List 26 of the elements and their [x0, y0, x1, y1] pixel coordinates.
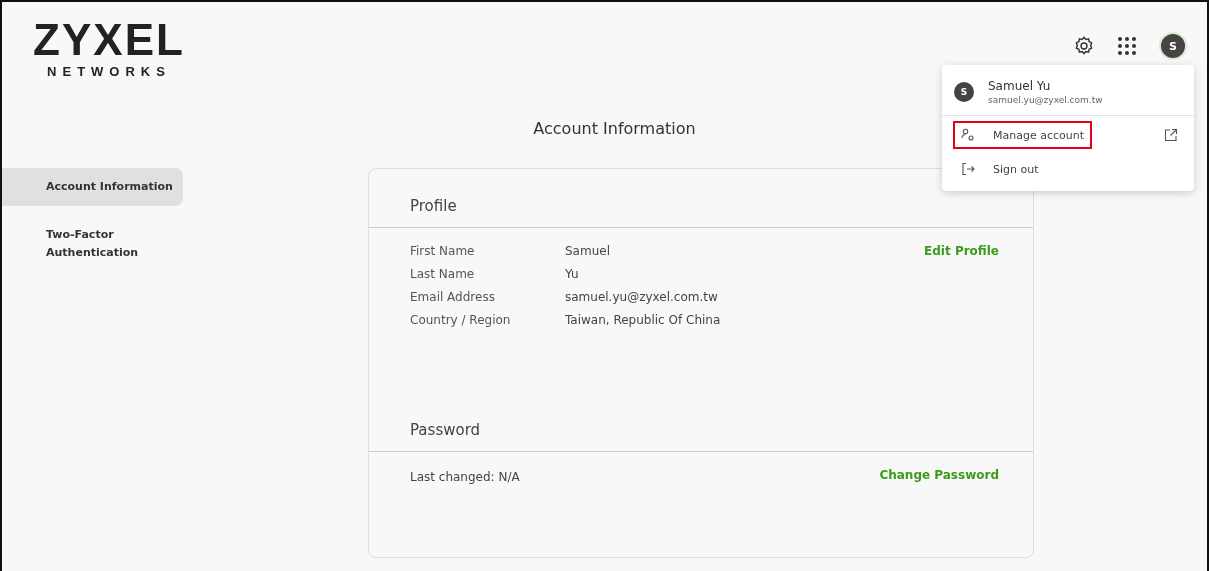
field-value: Samuel [565, 244, 610, 258]
field-label: First Name [410, 244, 476, 258]
apps-grid-icon[interactable] [1117, 36, 1137, 56]
settings-icon[interactable] [1073, 35, 1095, 57]
field-label: Country / Region [410, 313, 512, 327]
user-email: samuel.yu@zyxel.com.tw [988, 95, 1103, 105]
field-label: Email Address [410, 290, 496, 304]
menu-item[interactable]: Sign out [953, 155, 1047, 183]
user-name: Samuel Yu [988, 79, 1052, 93]
sidebar-item[interactable]: Account Information [2, 168, 183, 206]
logo-tagline: NETWORKS [47, 64, 171, 79]
avatar-button[interactable]: S [1159, 32, 1187, 60]
menu-item[interactable]: Manage account [953, 121, 1092, 149]
logo-wordmark: ZYXEL [33, 20, 185, 60]
user-gear-icon [961, 128, 975, 142]
field-value: Yu [565, 267, 579, 281]
page-title: Account Information [533, 119, 696, 138]
field-value: Taiwan, Republic Of China [565, 313, 721, 327]
field-value: samuel.yu@zyxel.com.tw [565, 290, 718, 304]
section-title: Password [369, 421, 1033, 452]
avatar-icon: S [954, 82, 974, 102]
last-changed-text: Last changed: N/A [410, 470, 520, 484]
sign-out-icon [961, 162, 975, 176]
field-label: Last Name [410, 267, 476, 281]
external-link-icon[interactable] [1164, 128, 1178, 142]
sidebar-item[interactable]: Two-Factor Authentication [2, 216, 150, 272]
